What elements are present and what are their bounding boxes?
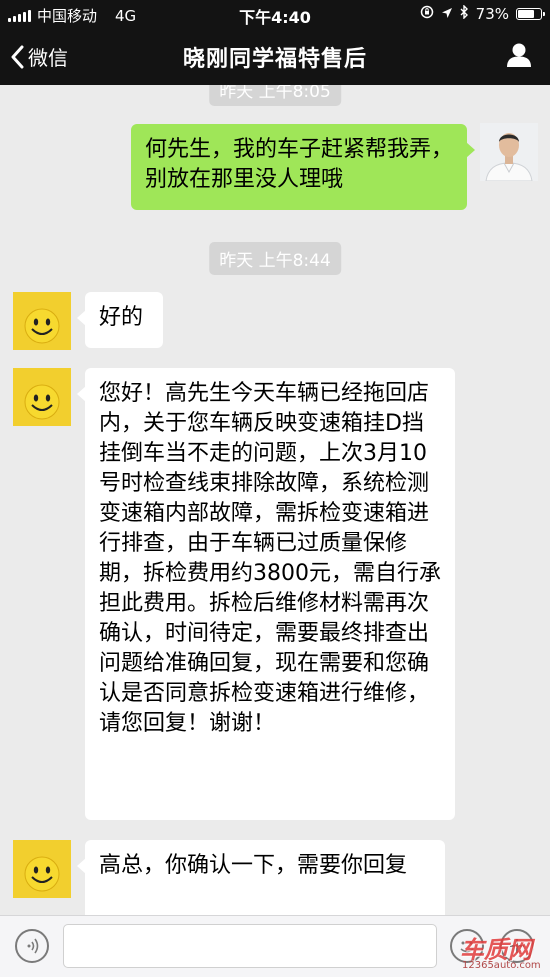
my-avatar[interactable] xyxy=(480,123,538,181)
message-bubble-received[interactable]: 好的 xyxy=(77,292,163,348)
person-photo-icon xyxy=(480,123,538,181)
person-icon xyxy=(507,43,531,67)
voice-button[interactable] xyxy=(15,929,49,963)
status-right: 73% xyxy=(420,4,545,23)
chat-area[interactable]: 昨天 上午8:05 何先生，我的车子赶紧帮我弄，别放在那里没人理哦 昨天 上午8… xyxy=(0,85,550,915)
smiley-face-icon xyxy=(13,840,71,898)
contact-avatar[interactable] xyxy=(13,840,71,898)
message-input[interactable] xyxy=(63,924,437,968)
message-bubble-received[interactable]: 高总，你确认一下，需要你回复 xyxy=(77,840,445,915)
voice-icon xyxy=(27,938,39,954)
smiley-face-icon xyxy=(13,292,71,350)
chat-title: 晓刚同学福特售后 xyxy=(182,47,367,72)
nav-bar: 微信 晓刚同学福特售后 xyxy=(0,28,550,85)
timestamp: 昨天 上午8:05 xyxy=(209,85,341,106)
watermark-url: 12365auto.com xyxy=(462,960,541,971)
battery-icon xyxy=(516,8,545,20)
contact-avatar[interactable] xyxy=(13,368,71,426)
profile-button[interactable] xyxy=(506,42,532,72)
rotation-lock-icon xyxy=(420,5,434,23)
bluetooth-icon xyxy=(460,4,469,23)
message-bubble-received[interactable]: 您好！高先生今天车辆已经拖回店内，关于您车辆反映变速箱挂D挡挂倒车当不走的问题，… xyxy=(77,368,455,820)
battery-percent: 73% xyxy=(475,5,509,23)
contact-avatar[interactable] xyxy=(13,292,71,350)
message-bubble-sent[interactable]: 何先生，我的车子赶紧帮我弄，别放在那里没人理哦 xyxy=(131,124,475,210)
location-icon xyxy=(441,5,453,23)
timestamp: 昨天 上午8:44 xyxy=(209,242,341,275)
status-bar: 中国移动 4G 下午4:40 73% xyxy=(0,0,550,28)
smiley-face-icon xyxy=(13,368,71,426)
